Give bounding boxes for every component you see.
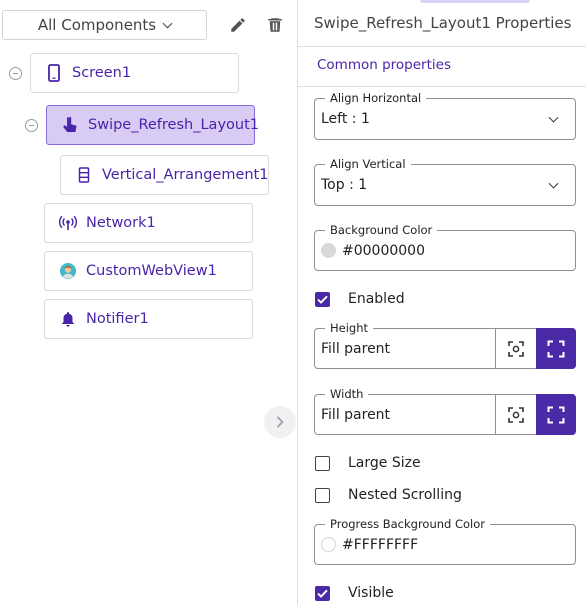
tree-node-label: Notifier1 [86,311,149,327]
large-size-label: Large Size [348,455,421,471]
focus-center-icon [507,406,524,423]
height-fill-parent-button[interactable] [536,328,576,369]
nested-scrolling-checkbox-row[interactable]: Nested Scrolling [315,487,462,503]
tree-node-vertical-arrangement1[interactable]: Vertical_Arrangement1 [60,155,269,195]
visible-label: Visible [348,585,394,601]
phone-icon [45,64,63,82]
tree-node-label: Swipe_Refresh_Layout1 [88,117,259,133]
height-field[interactable]: Height Fill parent [314,321,576,369]
swipe-hand-icon [61,116,79,134]
nested-scrolling-label: Nested Scrolling [348,487,462,503]
background-color-swatch[interactable] [321,243,336,258]
check-icon [317,589,328,598]
avatar-icon [59,262,77,280]
tree-node-notifier1[interactable]: Notifier1 [44,299,253,339]
title-divider [298,46,586,47]
background-color-field[interactable]: Background Color #00000000 [314,223,576,271]
width-focus-button[interactable] [495,395,535,434]
align-horizontal-value: Left : 1 [321,111,370,127]
properties-panel: Swipe_Refresh_Layout1 Properties Common … [298,0,586,605]
tree-node-label: Network1 [86,215,156,231]
component-tree-panel: All Components Screen1 Swipe_Refresh_Lay… [0,0,297,605]
focus-center-icon [507,340,524,357]
tree-node-screen1[interactable]: Screen1 [30,53,239,93]
fullscreen-icon [547,340,565,357]
chevron-down-icon [162,18,173,28]
tree-node-label: CustomWebView1 [86,263,217,279]
collapse-screen1-toggle[interactable] [9,67,22,80]
expand-panel-button[interactable] [264,406,296,438]
visible-checkbox[interactable] [315,585,330,601]
enabled-label: Enabled [348,291,405,307]
collapse-swipe-refresh-toggle[interactable] [25,119,38,132]
bell-icon [59,310,77,328]
tree-node-label: Vertical_Arrangement1 [102,167,269,183]
width-fill-parent-button[interactable] [536,394,576,435]
vertical-arrangement-icon [75,166,93,184]
section-common-properties: Common properties [317,57,451,73]
align-horizontal-select[interactable]: Align Horizontal Left : 1 [314,91,576,140]
visible-checkbox-row[interactable]: Visible [315,585,394,601]
enabled-checkbox[interactable] [315,291,330,307]
enabled-checkbox-row[interactable]: Enabled [315,291,405,307]
tree-node-customwebview1[interactable]: CustomWebView1 [44,251,253,291]
width-value: Fill parent [321,406,391,423]
delete-button[interactable] [264,14,286,36]
align-vertical-select[interactable]: Align Vertical Top : 1 [314,157,576,206]
width-field[interactable]: Width Fill parent [314,387,576,435]
rename-button[interactable] [227,14,249,36]
component-filter-label: All Components [37,16,157,34]
check-icon [317,295,328,304]
network-antenna-icon [59,214,77,232]
progress-background-color-field[interactable]: Progress Background Color #FFFFFFFF [314,517,576,565]
large-size-checkbox-row[interactable]: Large Size [315,455,421,471]
fullscreen-icon [547,406,565,423]
tree-node-network1[interactable]: Network1 [44,203,253,243]
height-value: Fill parent [321,340,391,357]
component-filter-dropdown[interactable]: All Components [2,10,207,40]
tree-node-swipe-refresh-layout1[interactable]: Swipe_Refresh_Layout1 [46,105,259,145]
align-vertical-value: Top : 1 [321,177,368,193]
trash-icon [268,18,282,32]
background-color-value: #00000000 [342,242,425,259]
progress-background-color-value: #FFFFFFFF [342,536,419,553]
height-focus-button[interactable] [495,329,535,368]
tree-node-label: Screen1 [72,65,132,81]
section-divider [298,86,586,87]
large-size-checkbox[interactable] [315,455,330,471]
pencil-icon [231,18,245,32]
nested-scrolling-checkbox[interactable] [315,487,330,503]
properties-title: Swipe_Refresh_Layout1 Properties [314,14,572,32]
chevron-down-icon [548,112,559,123]
chevron-down-icon [548,178,559,189]
chevron-right-icon [276,416,284,428]
progress-background-color-swatch[interactable] [321,537,336,552]
